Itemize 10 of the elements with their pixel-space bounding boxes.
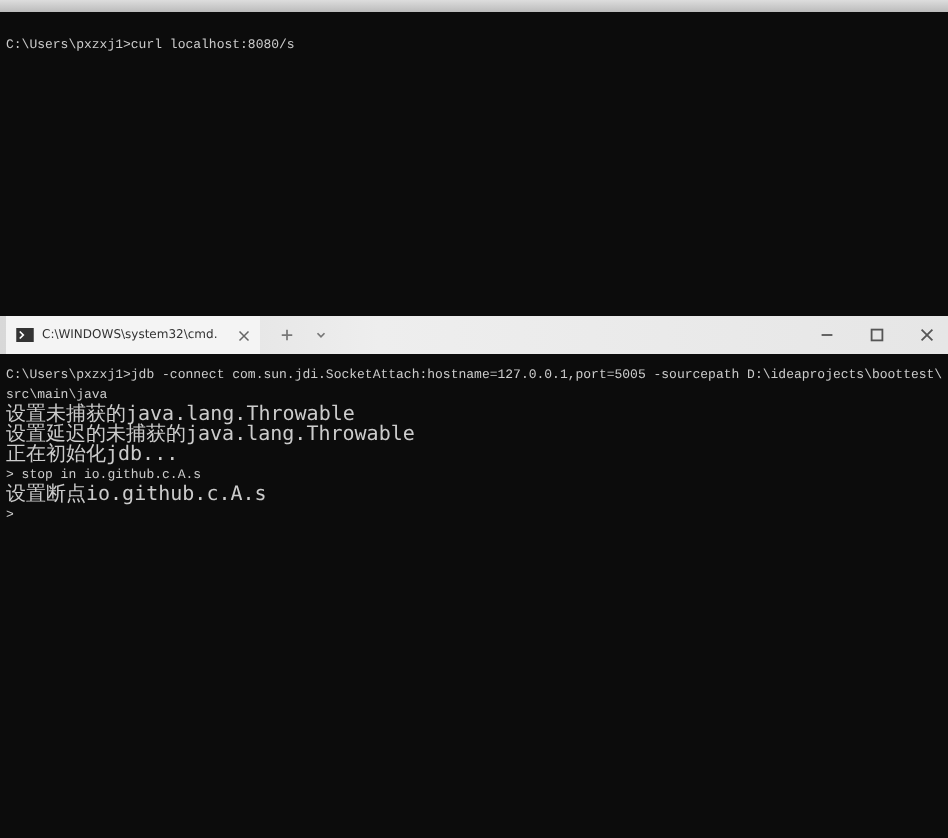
dropdown-icon[interactable] <box>313 328 328 342</box>
plus-icon[interactable] <box>279 328 294 342</box>
close-icon[interactable] <box>918 326 936 344</box>
maximize-icon[interactable] <box>868 326 886 344</box>
close-icon[interactable] <box>237 329 250 341</box>
terminal-line: 设置断点io.github.c.A.s <box>6 486 269 506</box>
terminal-line: 正在初始化jdb... <box>6 446 181 466</box>
terminal-icon <box>16 328 34 342</box>
terminal-line: 设置未捕获的java.lang.Throwable <box>6 406 355 426</box>
terminal-line: 设置延迟的未捕获的java.lang.Throwable <box>6 426 417 446</box>
